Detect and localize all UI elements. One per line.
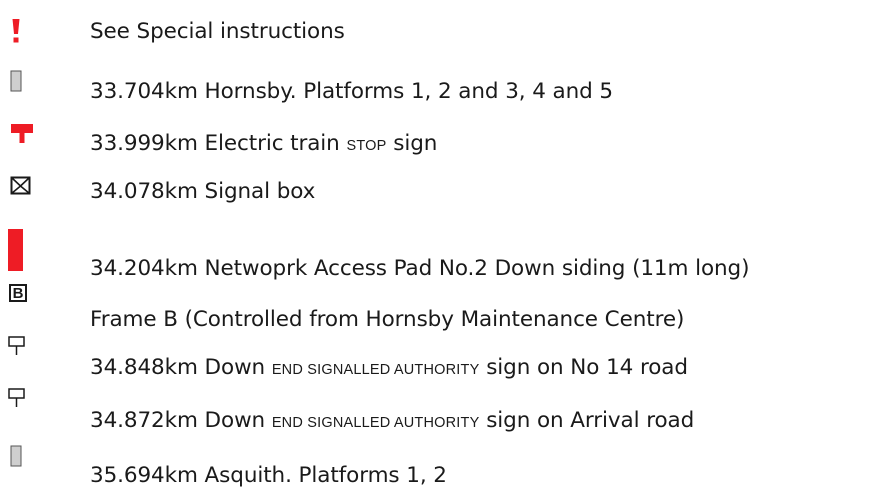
entry-text: See Special instructions xyxy=(90,19,345,44)
exclamation-icon xyxy=(12,19,20,43)
platform-icon xyxy=(10,70,22,92)
entry-text: Frame B (Controlled from Hornsby Mainten… xyxy=(90,307,685,332)
signal-box-icon xyxy=(10,176,31,195)
entry-text: 35.694km Asquith. Platforms 1, 2 xyxy=(90,463,447,488)
stop-sign-icon xyxy=(11,124,33,143)
entry-text: 34.078km Signal box xyxy=(90,179,316,204)
entry-text: 33.999km Electric train STOP sign xyxy=(90,131,438,156)
frame-b-letter: B xyxy=(12,285,24,302)
end-authority-sign-icon xyxy=(8,388,25,407)
entry-text: 33.704km Hornsby. Platforms 1, 2 and 3, … xyxy=(90,79,614,104)
entry-text: 34.204km Netwoprk Access Pad No.2 Down s… xyxy=(90,256,750,281)
entry-text: 34.872km Down END SIGNALLED AUTHORITY si… xyxy=(90,408,695,433)
frame-b-icon: B xyxy=(9,284,27,302)
access-pad-icon xyxy=(8,229,23,271)
entry-text: 34.848km Down END SIGNALLED AUTHORITY si… xyxy=(90,355,688,380)
end-authority-sign-icon xyxy=(8,336,25,355)
platform-icon xyxy=(10,445,22,467)
